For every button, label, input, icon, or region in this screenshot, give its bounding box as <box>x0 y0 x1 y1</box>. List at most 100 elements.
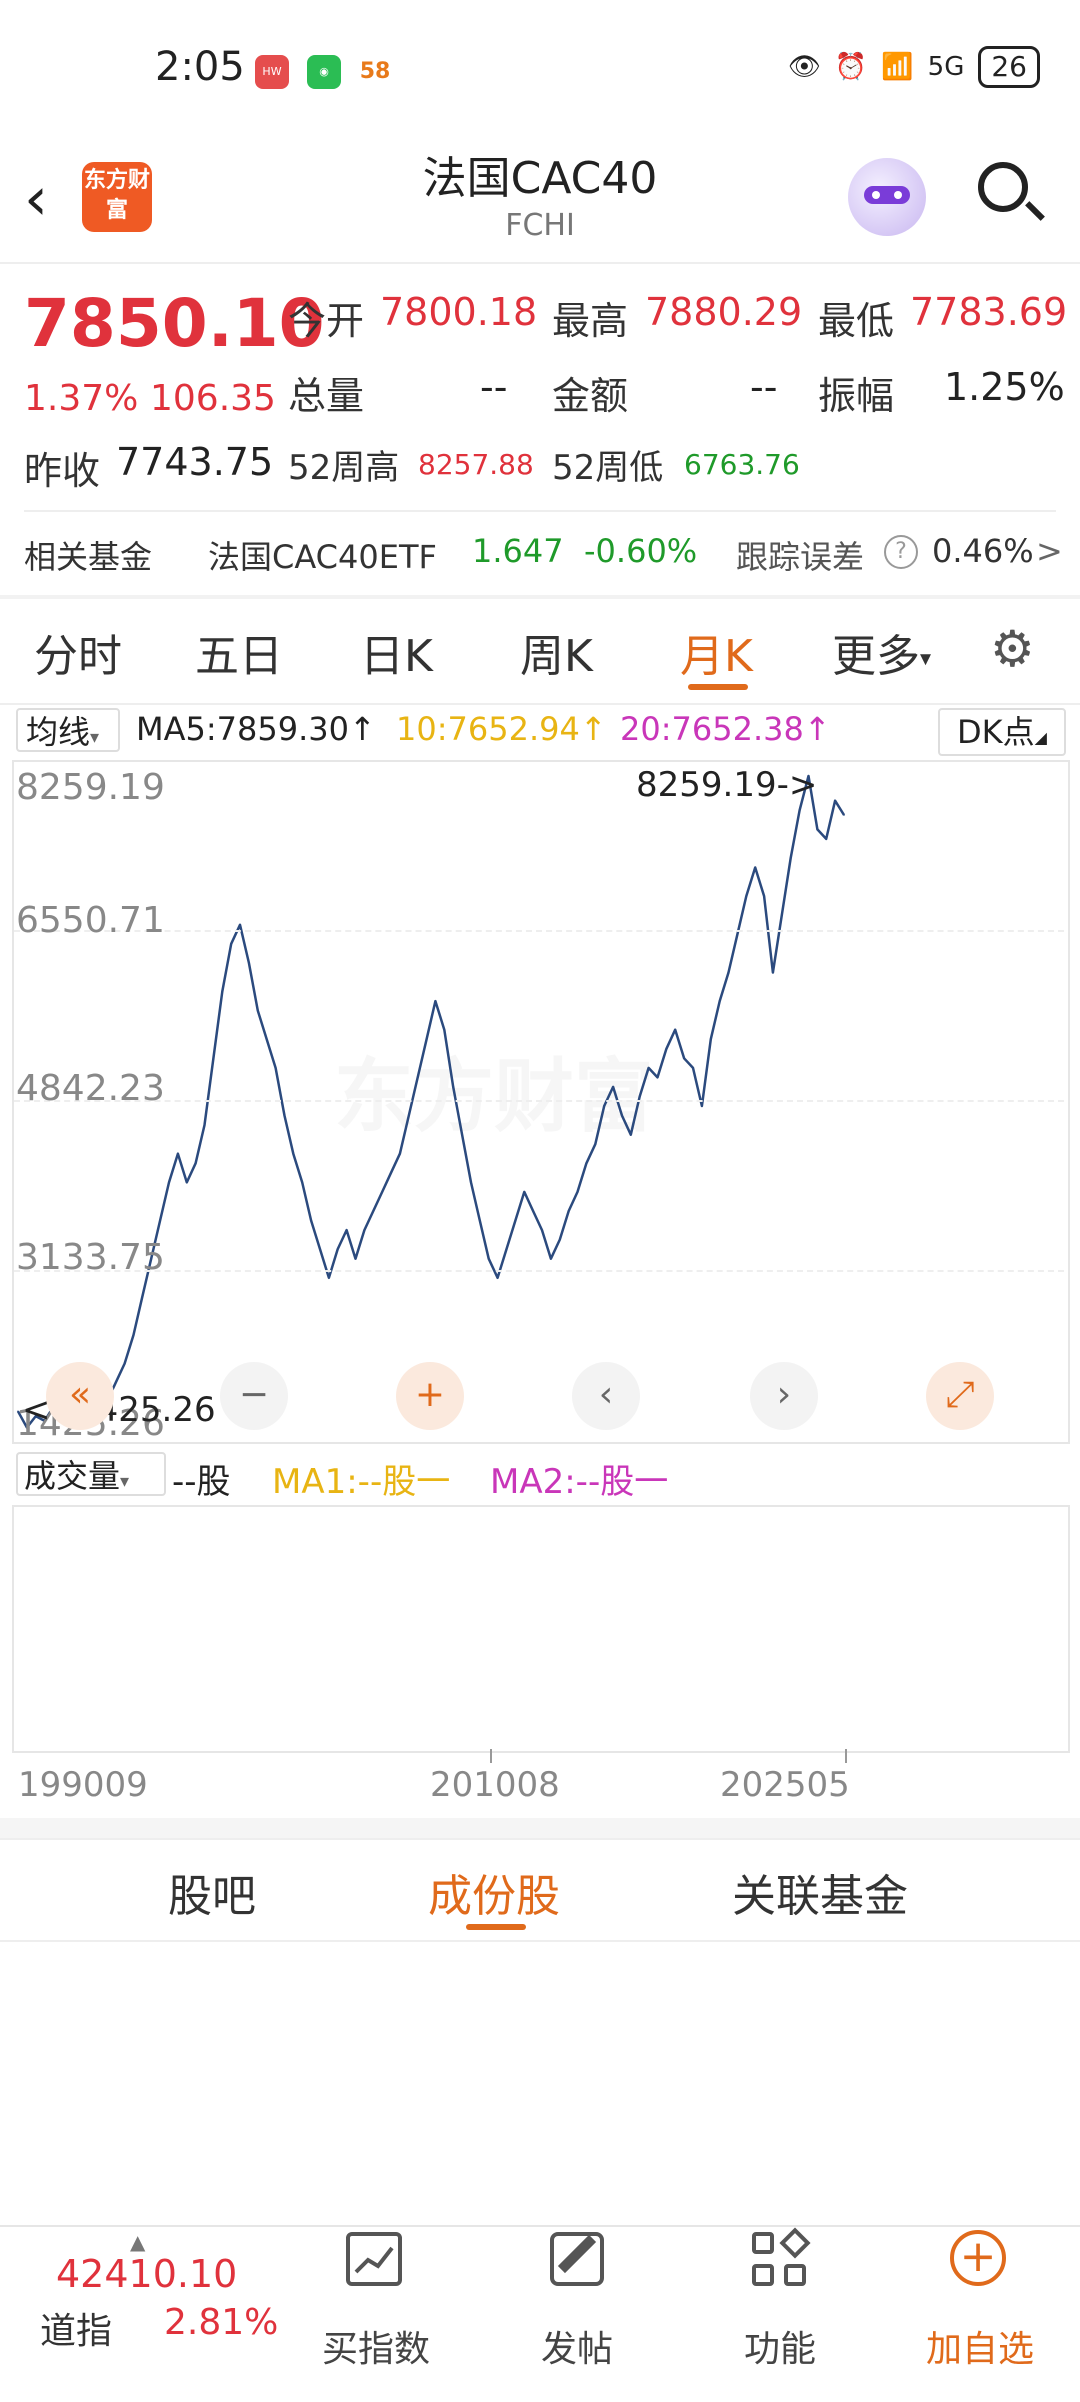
scroll-left-button[interactable]: ‹ <box>572 1362 640 1430</box>
price-point <box>736 933 739 936</box>
price-point <box>683 1057 685 1060</box>
tab-five-day[interactable]: 五日 <box>195 620 283 684</box>
tracking-error-label: 跟踪误差 <box>736 538 865 576</box>
y-tick-label: 8259.19 <box>16 767 165 808</box>
fund-change: -0.60% <box>584 532 698 570</box>
tab-fenshi[interactable]: 分时 <box>34 620 122 684</box>
dk-point-button[interactable]: DK点◢ <box>938 708 1066 756</box>
footer-ticker-change[interactable]: 2.81% <box>164 2302 278 2343</box>
w52-high-value: 8257.88 <box>418 448 534 481</box>
zoom-in-button[interactable]: + <box>396 1362 464 1430</box>
tab-weekly-k[interactable]: 周K <box>520 620 593 684</box>
open-value: 7800.18 <box>380 290 538 334</box>
fund-price: 1.647 <box>472 532 564 570</box>
w52-low-value: 6763.76 <box>684 448 800 481</box>
fullscreen-button[interactable]: ⤢ <box>926 1362 994 1430</box>
price-point <box>141 1296 144 1298</box>
ma-selector[interactable]: 均线▾ <box>16 708 120 752</box>
price-point <box>194 1162 197 1165</box>
price-point <box>425 1038 428 1040</box>
zoom-out-button[interactable]: − <box>220 1362 288 1430</box>
price-point <box>505 1248 508 1250</box>
price-point <box>630 1133 632 1136</box>
price-point <box>390 1172 392 1174</box>
tab-daily-k[interactable]: 日K <box>360 620 433 684</box>
price-point <box>434 1000 437 1002</box>
price-point <box>274 1067 277 1069</box>
w52-low-label: 52周低 <box>552 448 664 488</box>
price-point <box>550 1257 552 1260</box>
fund-name: 法国CAC40ETF <box>208 538 437 576</box>
huawei-app-icon: HW <box>255 55 289 89</box>
volume-selector[interactable]: 成交量▾ <box>16 1452 166 1496</box>
related-fund-row[interactable]: 相关基金 法国CAC40ETF 1.647 -0.60% 跟踪误差 ? 0.46… <box>0 515 1080 593</box>
low-value: 7783.69 <box>910 290 1068 334</box>
price-point <box>479 1219 481 1222</box>
y-tick-label: 4842.23 <box>16 1068 165 1109</box>
volume-chart[interactable] <box>12 1505 1070 1753</box>
add-circle-icon[interactable]: + <box>950 2230 1006 2286</box>
caret-down-icon: ▾ <box>90 727 100 748</box>
price-point <box>745 895 748 897</box>
price-point <box>621 1114 623 1117</box>
price-point <box>159 1219 161 1222</box>
price-point <box>114 1381 117 1384</box>
page-subtitle: FCHI <box>505 208 575 243</box>
post-button[interactable]: 发帖 <box>497 2320 657 2372</box>
price-point <box>354 1257 357 1260</box>
tab-monthly-k[interactable]: 月K <box>680 620 753 684</box>
divider <box>24 510 1056 512</box>
price-point <box>798 809 801 812</box>
tracking-error-value: 0.46% <box>932 532 1034 570</box>
grid-apps-icon[interactable] <box>752 2227 811 2288</box>
tab-constituents[interactable]: 成份股 <box>428 1860 560 1924</box>
price-point <box>647 1067 650 1069</box>
price-point <box>336 1248 339 1250</box>
gear-icon[interactable]: ⚙ <box>990 620 1035 678</box>
price-point <box>541 1229 543 1231</box>
max-value-label: 8259.19-> <box>636 765 818 805</box>
chart-trend-icon[interactable] <box>346 2232 402 2286</box>
price-point <box>328 1277 330 1279</box>
wifi-icon: 📶 <box>881 52 914 82</box>
buy-index-button[interactable]: 买指数 <box>296 2320 456 2372</box>
price-point <box>781 914 783 916</box>
ma5-value: MA5:7859.30↑ <box>136 710 376 748</box>
price-point <box>132 1334 135 1336</box>
tab-more[interactable]: 更多▾ <box>832 620 931 684</box>
price-point <box>567 1210 570 1212</box>
price-point <box>514 1219 517 1222</box>
price-point <box>416 1076 419 1079</box>
footer-ticker-value[interactable]: 42410.10 <box>56 2252 237 2296</box>
footer-ticker-name[interactable]: 道指 <box>40 2302 112 2354</box>
price-point <box>443 1028 446 1031</box>
price-point <box>612 1086 614 1088</box>
price-point <box>363 1229 366 1231</box>
price-point <box>203 1124 206 1126</box>
help-icon[interactable]: ? <box>884 535 918 569</box>
high-label: 最高 <box>552 299 629 343</box>
price-point <box>576 1191 579 1193</box>
edit-icon[interactable] <box>550 2232 604 2286</box>
add-watchlist-button[interactable]: 加自选 <box>900 2320 1060 2372</box>
price-point <box>603 1105 605 1107</box>
alarm-icon: ⏰ <box>834 52 868 82</box>
tab-more-label: 更多 <box>832 631 920 682</box>
functions-button[interactable]: 功能 <box>700 2320 860 2372</box>
volume-selector-label: 成交量 <box>24 1457 121 1495</box>
status-icons: 👁 ⏰ 📶 5G 26 <box>788 46 1040 88</box>
tab-guba[interactable]: 股吧 <box>168 1860 256 1924</box>
tab-related-funds[interactable]: 关联基金 <box>732 1860 908 1924</box>
price-point <box>221 990 224 993</box>
page-title: 法国CAC40 <box>422 153 658 204</box>
price-point <box>727 971 730 974</box>
y-tick-label: 3133.75 <box>16 1237 165 1278</box>
price-chart[interactable]: 东方财富 <box>12 760 1070 1444</box>
rewind-button[interactable]: « <box>46 1362 114 1430</box>
signal-icon: 5G <box>927 52 965 82</box>
price-point <box>461 1133 463 1136</box>
price-point <box>816 828 819 831</box>
price-point <box>257 1009 259 1012</box>
price-point <box>763 895 765 897</box>
scroll-right-button[interactable]: › <box>750 1362 818 1430</box>
